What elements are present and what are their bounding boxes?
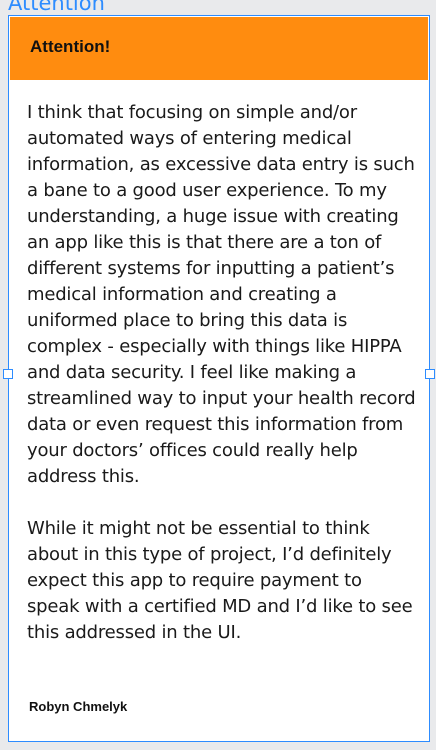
card-paragraph-2: While it might not be essential to think… — [27, 518, 413, 643]
card-author: Robyn Chmelyk — [29, 699, 128, 714]
attention-card[interactable]: Attention! I think that focusing on simp… — [8, 15, 430, 742]
resize-handle-left[interactable] — [3, 369, 13, 379]
card-body: I think that focusing on simple and/or a… — [27, 100, 419, 672]
resize-handle-right[interactable] — [425, 369, 435, 379]
card-paragraph-1: I think that focusing on simple and/or a… — [27, 102, 416, 487]
card-header: Attention! — [10, 17, 428, 80]
frame-label[interactable]: Attention — [8, 0, 105, 15]
card-title: Attention! — [30, 37, 111, 56]
